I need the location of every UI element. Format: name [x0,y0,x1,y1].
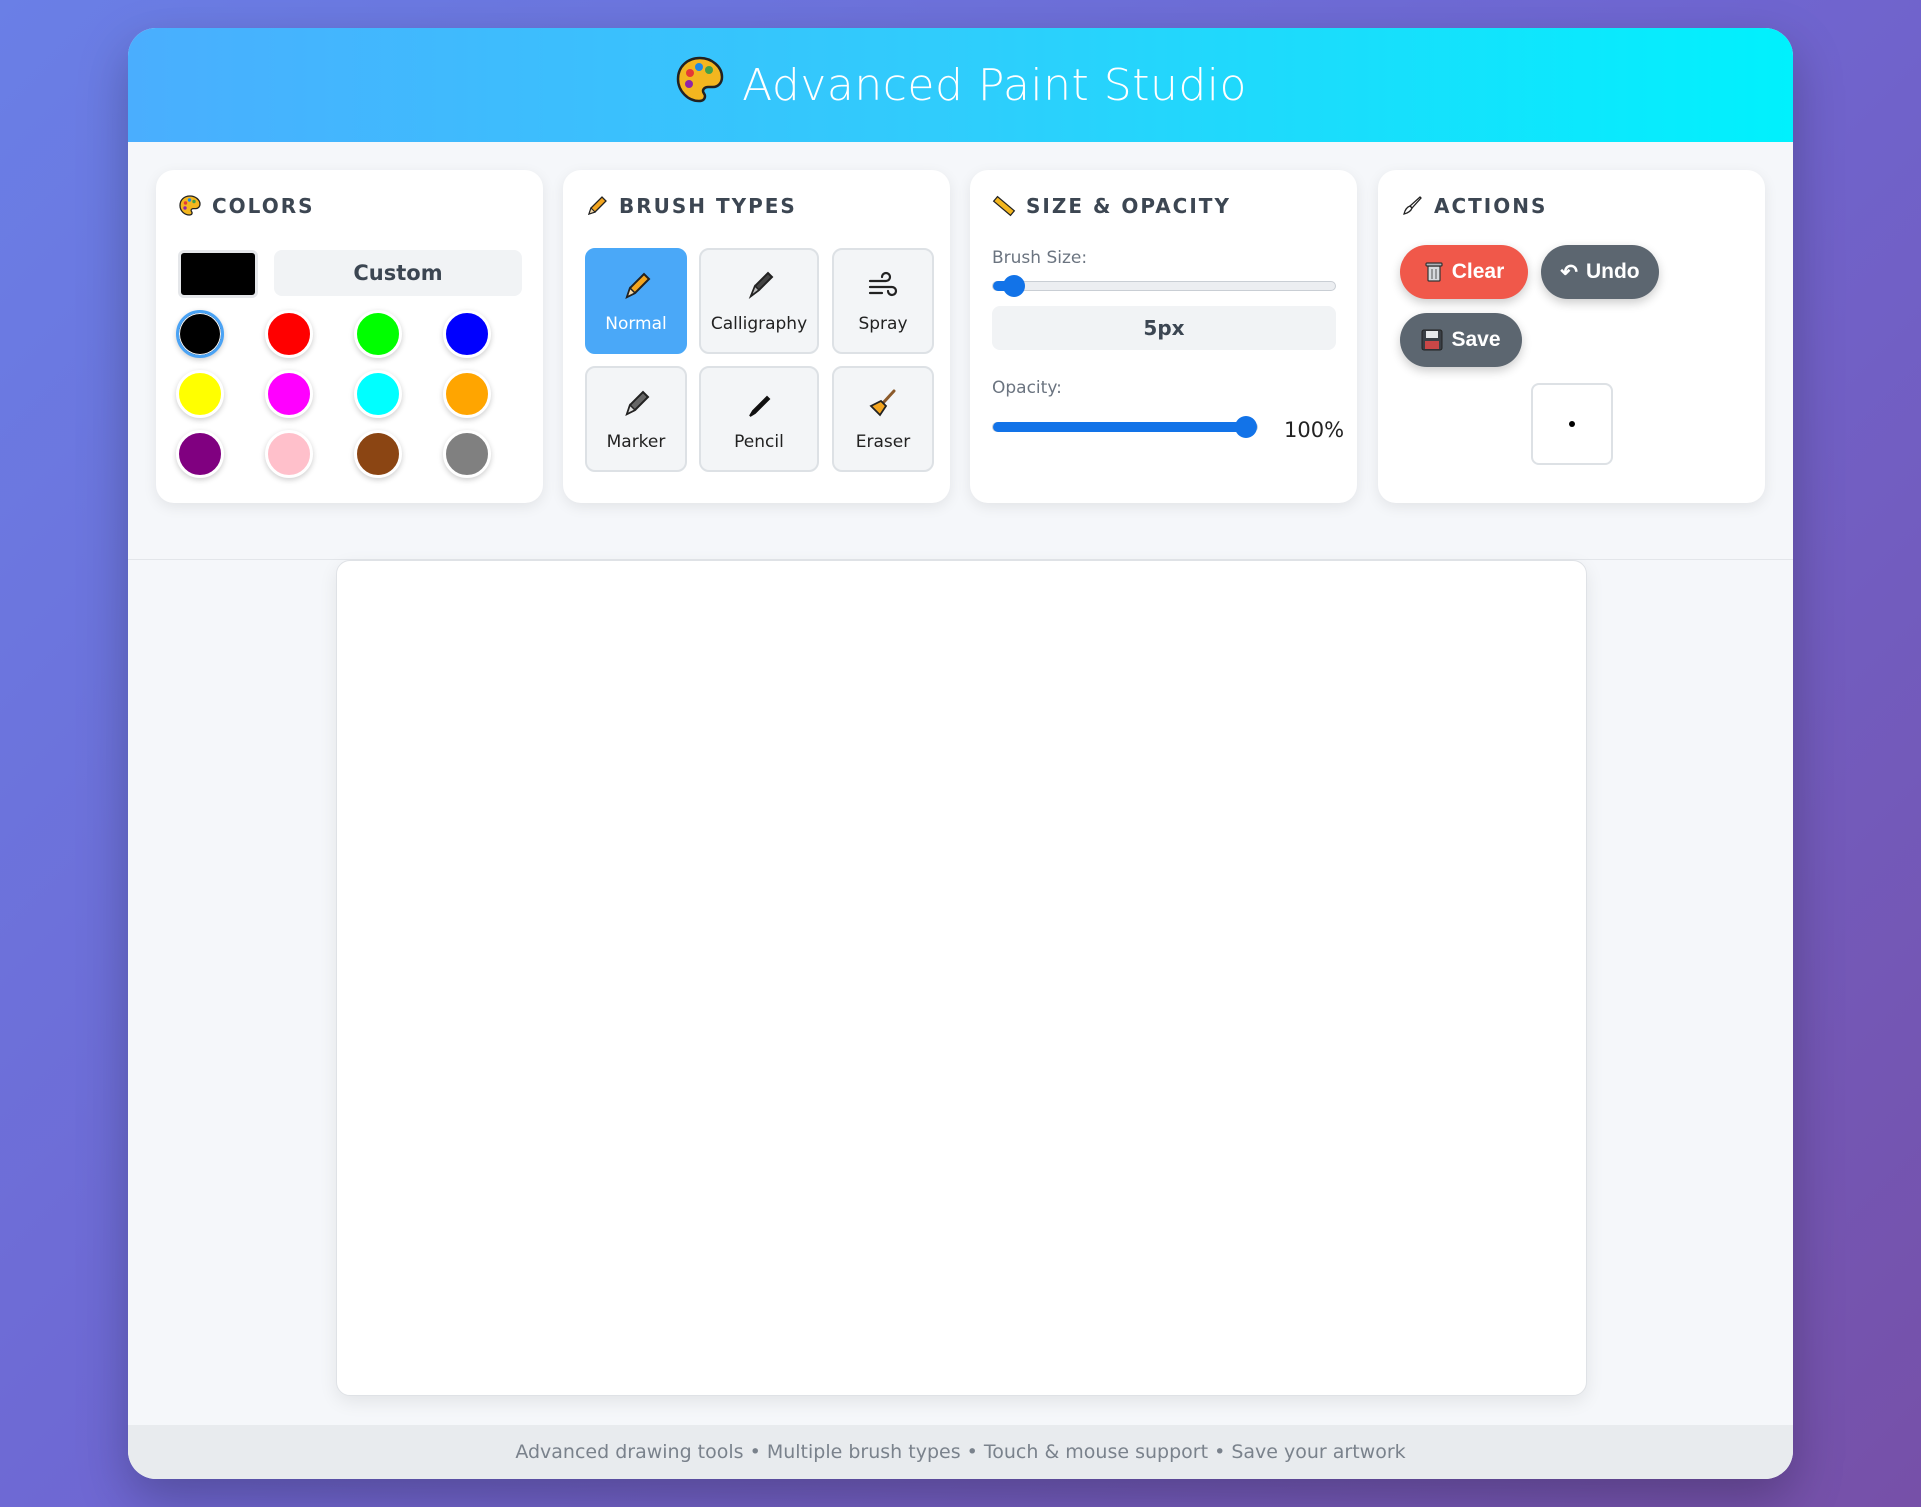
brush-types-panel: BRUSH TYPES Normal Calligraphy Spray Marker… [563,170,950,503]
slider-fill [993,422,1246,432]
palette-icon [179,195,201,216]
colors-panel: COLORS Custom [156,170,543,503]
paintbrush-icon [1403,196,1422,215]
color-swatch[interactable] [176,430,224,478]
brush-marker-button[interactable]: Marker [585,366,687,472]
clear-button[interactable]: Clear [1400,245,1528,299]
color-swatch[interactable] [443,430,491,478]
color-swatch[interactable] [265,310,313,358]
panel-title: SIZE & OPACITY [992,194,1231,218]
current-color-preview[interactable] [178,250,258,298]
opacity-value: 100% [1284,418,1345,442]
brush-size-label: Brush Size: [992,248,1088,268]
brush-size-value: 5px [992,306,1336,350]
save-button[interactable]: Save [1400,313,1522,367]
color-swatch[interactable] [265,430,313,478]
brush-label: Spray [858,313,908,334]
color-swatch[interactable] [354,370,402,418]
color-swatch[interactable] [176,310,224,358]
pencil-icon [619,269,653,308]
slider-thumb[interactable] [1002,275,1025,297]
brush-label: Marker [606,431,666,452]
toolbar: COLORS Custom BRUSH TYPES Normal Calligra… [128,142,1793,560]
color-swatch[interactable] [354,430,402,478]
actions-panel: ACTIONS Clear ↶ Undo Save [1378,170,1765,503]
panel-title: ACTIONS [1400,194,1547,218]
marker-icon [619,387,653,426]
brush-preview [1531,383,1613,465]
color-swatch[interactable] [265,370,313,418]
app-title: Advanced Paint Studio [742,59,1247,111]
opacity-label: Opacity: [992,378,1062,398]
trash-icon [1425,262,1443,282]
pen-icon [742,387,776,426]
app-header: Advanced Paint Studio [128,28,1793,142]
brush-normal-button[interactable]: Normal [585,248,687,354]
ruler-icon [992,195,1016,217]
undo-button[interactable]: ↶ Undo [1541,245,1659,299]
brush-label: Normal [605,313,667,334]
color-swatch[interactable] [443,370,491,418]
app-window: Advanced Paint Studio COLORS Custom BRUS… [128,28,1793,1479]
floppy-disk-icon [1421,329,1443,351]
brush-label: Calligraphy [710,313,808,334]
broom-icon [866,387,900,426]
brush-calligraphy-button[interactable]: Calligraphy [699,248,819,354]
brush-preview-dot [1569,421,1575,427]
brush-label: Eraser [855,431,911,452]
brush-size-slider[interactable] [992,275,1336,297]
wind-icon [866,269,900,308]
pencil-icon [587,196,607,216]
opacity-slider[interactable] [992,416,1258,438]
palette-icon [674,54,726,117]
brush-spray-button[interactable]: Spray [832,248,934,354]
panel-title: COLORS [178,194,315,218]
color-swatch[interactable] [176,370,224,418]
brush-pencil-button[interactable]: Pencil [699,366,819,472]
slider-thumb[interactable] [1235,416,1257,438]
footer: Advanced drawing tools • Multiple brush … [128,1425,1793,1479]
brush-eraser-button[interactable]: Eraser [832,366,934,472]
drawing-canvas[interactable] [336,560,1587,1396]
custom-color-button[interactable]: Custom [274,250,522,296]
color-swatch[interactable] [354,310,402,358]
brush-label: Pencil [734,431,784,452]
color-swatch[interactable] [443,310,491,358]
panel-title: BRUSH TYPES [585,194,797,218]
size-opacity-panel: SIZE & OPACITY Brush Size: 5px Opacity: … [970,170,1357,503]
fountain-pen-icon [742,269,776,308]
undo-arrow-icon: ↶ [1560,260,1578,284]
